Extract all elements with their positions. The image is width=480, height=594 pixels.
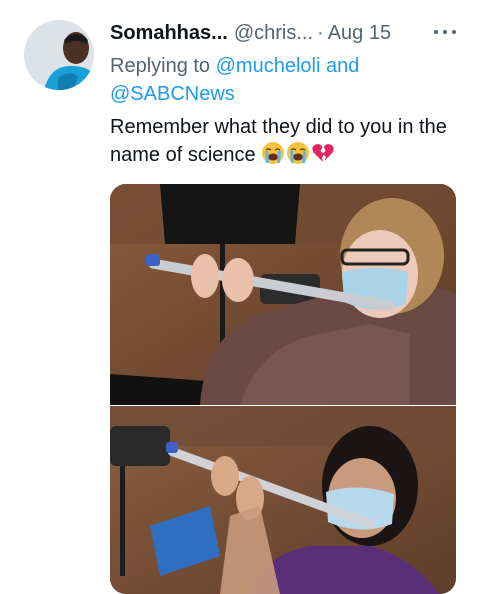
tweet-media[interactable]: [110, 184, 456, 594]
photo-top[interactable]: [110, 184, 456, 405]
tweet[interactable]: Somahhas... @chris... · Aug 15 Replying to …: [0, 0, 480, 594]
separator-dot: ·: [317, 22, 324, 44]
photo-bottom[interactable]: [110, 406, 456, 594]
reply-joiner: and: [325, 55, 360, 77]
more-options-icon[interactable]: [434, 28, 456, 36]
broken-heart-icon: [311, 141, 335, 173]
tweet-text: Remember what they did to you in the nam…: [110, 113, 450, 173]
flute-player-photo-2: [110, 406, 456, 594]
loudly-crying-face-icon: [286, 141, 310, 173]
author-handle[interactable]: @chris...: [234, 22, 313, 44]
author-name[interactable]: Somahhas...: [110, 22, 228, 44]
tweet-header: Somahhas... @chris... · Aug 15: [110, 21, 460, 45]
avatar-image: [24, 20, 94, 90]
replying-to: Replying to @mucheloli and @SABCNews: [110, 52, 440, 108]
flute-player-photo: [110, 184, 456, 405]
replying-prefix: Replying to: [110, 55, 211, 77]
loudly-crying-face-icon: [261, 141, 285, 173]
reply-mention-1[interactable]: @mucheloli: [216, 55, 321, 77]
reply-mention-2[interactable]: @SABCNews: [110, 83, 235, 105]
tweet-date[interactable]: Aug 15: [328, 22, 391, 44]
avatar[interactable]: [24, 20, 94, 90]
